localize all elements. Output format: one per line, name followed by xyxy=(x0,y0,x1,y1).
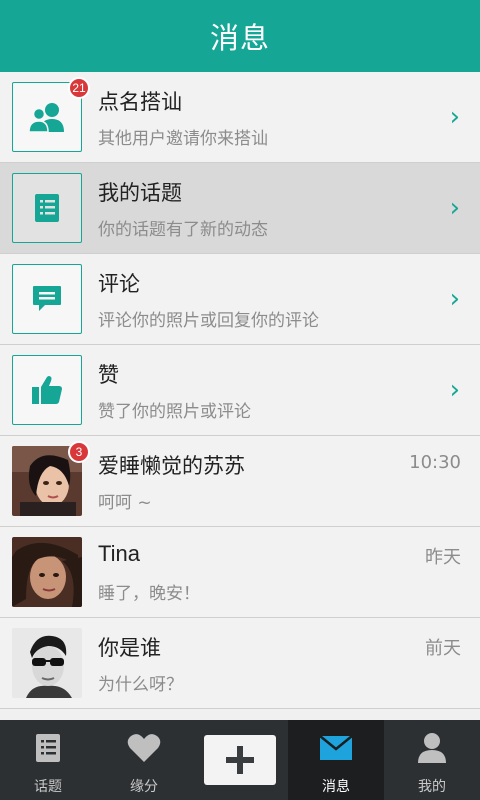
tab-topics[interactable]: 话题 xyxy=(0,720,96,800)
list-item-comments[interactable]: 评论 评论你的照片或回复你的评论 › xyxy=(0,254,480,345)
item-subtitle: 评论你的照片或回复你的评论 xyxy=(98,311,319,331)
item-title: 赞 xyxy=(98,363,119,387)
last-message: 为什么呀？ xyxy=(98,675,183,695)
tab-label: 话题 xyxy=(34,779,62,795)
avatar xyxy=(12,537,82,607)
chevron-right-icon: › xyxy=(449,375,460,405)
item-title: 评论 xyxy=(98,272,140,296)
tab-label: 消息 xyxy=(322,779,350,795)
unread-badge: 21 xyxy=(68,77,90,99)
message-time: 10:30 xyxy=(409,452,461,473)
heart-icon xyxy=(127,732,161,764)
item-subtitle: 你的话题有了新的动态 xyxy=(98,220,268,240)
comment-icon xyxy=(12,264,82,334)
last-message: 呵呵 ~ xyxy=(98,493,152,513)
chevron-right-icon: › xyxy=(449,102,460,132)
page-title: 消息 xyxy=(0,0,480,72)
mail-icon xyxy=(319,732,353,764)
list-item-greetings[interactable]: 21 点名搭讪 其他用户邀请你来搭讪 › xyxy=(0,72,480,163)
message-list: 21 点名搭讪 其他用户邀请你来搭讪 › 我的话题 你的话题有了新的动态 › 评… xyxy=(0,72,480,709)
contact-name: Tina xyxy=(98,541,140,566)
unread-badge: 3 xyxy=(68,441,90,463)
chevron-right-icon: › xyxy=(449,193,460,223)
tab-fate[interactable]: 缘分 xyxy=(96,720,192,800)
tab-bar: 话题 缘分 消息 我的 xyxy=(0,720,480,800)
thumbs-up-icon xyxy=(12,355,82,425)
tab-label: 我的 xyxy=(418,779,446,795)
conversation-item[interactable]: 3 爱睡懒觉的苏苏 呵呵 ~ 10:30 xyxy=(0,436,480,527)
tab-mine[interactable]: 我的 xyxy=(384,720,480,800)
message-time: 前天 xyxy=(425,638,461,659)
tab-label: 缘分 xyxy=(130,779,158,795)
item-title: 我的话题 xyxy=(98,181,182,205)
item-title: 点名搭讪 xyxy=(98,90,182,114)
message-time: 昨天 xyxy=(425,547,461,568)
contact-name: 你是谁 xyxy=(98,636,161,660)
list-item-likes[interactable]: 赞 赞了你的照片或评论 › xyxy=(0,345,480,436)
tab-publish[interactable] xyxy=(192,720,288,800)
avatar xyxy=(12,628,82,698)
chevron-right-icon: › xyxy=(449,284,460,314)
item-subtitle: 其他用户邀请你来搭讪 xyxy=(98,129,268,149)
list-icon xyxy=(12,173,82,243)
plus-icon xyxy=(204,735,276,785)
app-root: 消息 21 点名搭讪 其他用户邀请你来搭讪 › 我的话题 你的话题有了新的动态 … xyxy=(0,0,480,800)
person-icon xyxy=(417,732,447,764)
list-item-my-topics[interactable]: 我的话题 你的话题有了新的动态 › xyxy=(0,163,480,254)
conversation-item[interactable]: 你是谁 为什么呀？ 前天 xyxy=(0,618,480,709)
last-message: 睡了，晚安！ xyxy=(98,584,200,604)
tab-messages[interactable]: 消息 xyxy=(288,720,384,800)
topic-list-icon xyxy=(35,732,61,764)
contact-name: 爱睡懒觉的苏苏 xyxy=(98,454,245,478)
conversation-item[interactable]: Tina 睡了，晚安！ 昨天 xyxy=(0,527,480,618)
item-subtitle: 赞了你的照片或评论 xyxy=(98,402,251,422)
